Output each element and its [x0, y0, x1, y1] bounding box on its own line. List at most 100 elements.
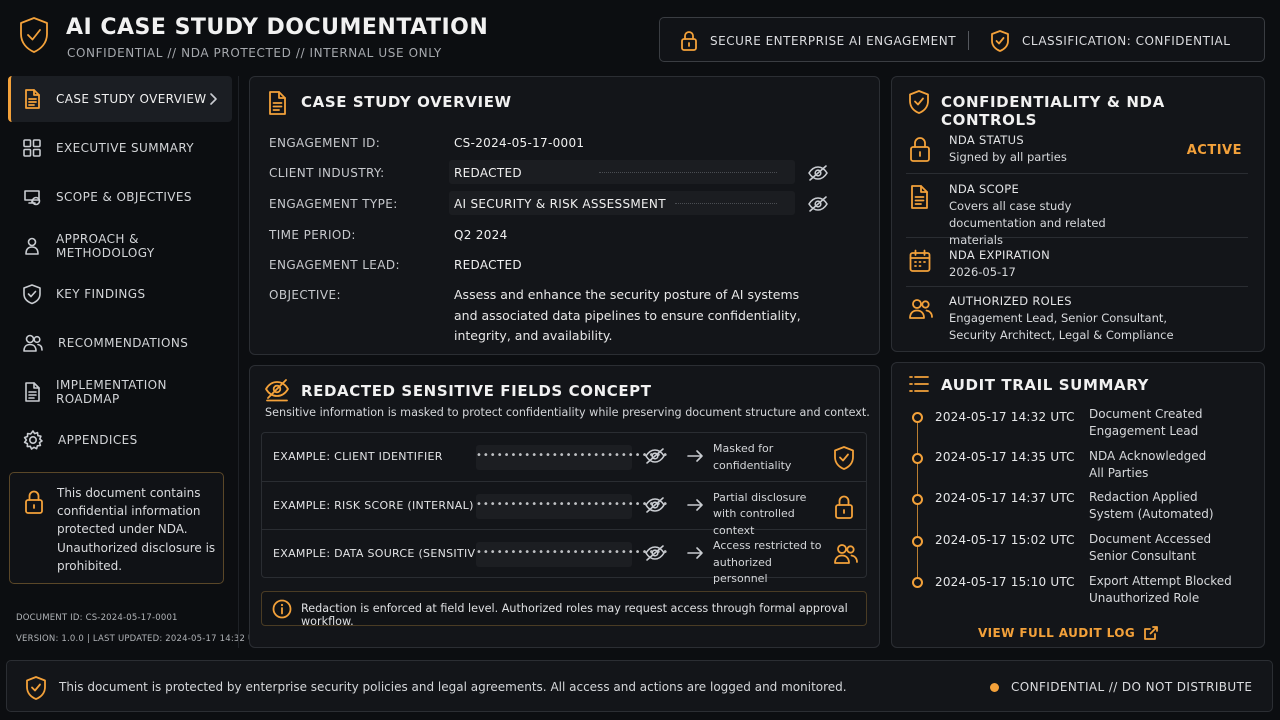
- grid-icon: [22, 138, 42, 158]
- redaction-examples-table: EXAMPLE: CLIENT IDENTIFIER •••••••••••••…: [261, 432, 867, 585]
- sidebar-item-recommendations[interactable]: RECOMMENDATIONS: [8, 319, 232, 368]
- flask-icon: [22, 236, 42, 256]
- timeline-dot: [912, 412, 923, 423]
- lock-icon: [680, 30, 698, 52]
- list-icon: [908, 374, 930, 394]
- sidebar-item-appendices[interactable]: APPENDICES: [8, 416, 232, 465]
- lock-icon: [24, 489, 44, 515]
- masked-value: ••••••••••••••••••••••••••••: [476, 493, 668, 519]
- page-subtitle: CONFIDENTIAL // NDA PROTECTED // INTERNA…: [67, 46, 442, 60]
- badge-divider: [968, 31, 969, 50]
- table-row: EXAMPLE: CLIENT IDENTIFIER •••••••••••••…: [262, 433, 866, 482]
- timeline-dot: [912, 536, 923, 547]
- classification-badge: CLASSIFICATION: CONFIDENTIAL: [990, 18, 1230, 63]
- shield-check-icon: [22, 283, 42, 305]
- audit-timestamp: 2024-05-17 15:10 UTC: [935, 575, 1075, 589]
- header: AI CASE STUDY DOCUMENTATION CONFIDENTIAL…: [0, 0, 1280, 72]
- users-icon: [22, 333, 44, 353]
- page-title: AI CASE STUDY DOCUMENTATION: [66, 15, 489, 40]
- gear-icon: [22, 429, 44, 451]
- timeline-dot: [912, 577, 923, 588]
- nda-roles-row: AUTHORIZED ROLES Engagement Lead, Senior…: [906, 287, 1248, 349]
- document-icon: [22, 88, 42, 110]
- objective-value: Assess and enhance the security posture …: [454, 287, 801, 343]
- engagement-id-value: CS-2024-05-17-0001: [454, 136, 585, 150]
- redacted-title: REDACTED SENSITIVE FIELDS CONCEPT: [301, 382, 652, 400]
- status-dot: [990, 683, 999, 692]
- audit-event: Export Attempt Blocked Unauthorized Role: [1089, 574, 1232, 605]
- sidebar-item-executive-summary[interactable]: EXECUTIVE SUMMARY: [8, 124, 232, 173]
- external-link-icon: [1143, 625, 1159, 641]
- footer-notice: This document is protected by enterprise…: [59, 680, 847, 694]
- audit-event: Document Created Engagement Lead: [1089, 407, 1203, 438]
- document-meta: DOCUMENT ID: CS-2024-05-17-0001 VERSION:…: [16, 608, 265, 650]
- engagement-type-value: AI SECURITY & RISK ASSESSMENT: [454, 197, 666, 211]
- users-icon: [908, 297, 934, 321]
- nda-scope-row: NDA SCOPE Covers all case study document…: [906, 174, 1248, 247]
- objective-label: OBJECTIVE:: [269, 288, 341, 302]
- list-document-icon: [22, 381, 42, 403]
- nda-expiration-row: NDA EXPIRATION 2026-05-17: [906, 238, 1248, 287]
- confidentiality-notice: This document contains confidential info…: [9, 472, 224, 584]
- time-period-label: TIME PERIOD:: [269, 228, 356, 242]
- nda-status-badge: ACTIVE: [1186, 143, 1242, 158]
- overview-panel: CASE STUDY OVERVIEW ENGAGEMENT ID: CS-20…: [249, 76, 880, 355]
- arrow-right-icon: [686, 545, 704, 561]
- eye-off-icon[interactable]: [807, 164, 829, 182]
- shield-check-icon: [18, 16, 50, 54]
- sidebar-divider: [238, 76, 239, 648]
- chevron-right-icon: [208, 92, 218, 106]
- eye-off-icon[interactable]: [644, 544, 666, 562]
- info-icon: [272, 599, 292, 619]
- lock-icon: [908, 135, 932, 163]
- header-badges: SECURE ENTERPRISE AI ENGAGEMENT CLASSIFI…: [659, 17, 1265, 62]
- engagement-id-label: ENGAGEMENT ID:: [269, 136, 381, 150]
- shield-check-icon: [907, 89, 931, 115]
- nda-title: CONFIDENTIALITY & NDA CONTROLS: [941, 93, 1165, 129]
- document-icon: [908, 184, 930, 210]
- users-icon: [833, 542, 859, 566]
- document-version: VERSION: 1.0.0 | LAST UPDATED: 2024-05-1…: [16, 634, 266, 644]
- audit-event: Document Accessed Senior Consultant: [1089, 532, 1212, 563]
- redacted-fields-panel: REDACTED SENSITIVE FIELDS CONCEPT Sensit…: [249, 365, 880, 648]
- engagement-badge: SECURE ENTERPRISE AI ENGAGEMENT: [680, 18, 956, 63]
- sidebar-nav: CASE STUDY OVERVIEW EXECUTIVE SUMMARY SC…: [8, 76, 232, 465]
- sidebar-item-implementation-roadmap[interactable]: IMPLEMENTATION ROADMAP: [8, 367, 232, 416]
- sidebar-item-approach-methodology[interactable]: APPROACH & METHODOLOGY: [8, 221, 232, 270]
- sidebar-item-key-findings[interactable]: KEY FINDINGS: [8, 270, 232, 319]
- time-period-value: Q2 2024: [454, 228, 508, 242]
- audit-timestamp: 2024-05-17 15:02 UTC: [935, 533, 1075, 547]
- audit-event: Redaction Applied System (Automated): [1089, 490, 1214, 521]
- calendar-icon: [908, 248, 932, 274]
- audit-trail-panel: AUDIT TRAIL SUMMARY 2024-05-17 14:32 UTC…: [891, 362, 1265, 648]
- footer-classification: CONFIDENTIAL // DO NOT DISTRIBUTE: [1011, 680, 1253, 694]
- arrow-right-icon: [686, 497, 704, 513]
- client-industry-label: CLIENT INDUSTRY:: [269, 166, 385, 180]
- nda-controls-panel: CONFIDENTIALITY & NDA CONTROLS NDA STATU…: [891, 76, 1265, 352]
- eye-off-icon[interactable]: [644, 496, 666, 514]
- sidebar-item-scope-objectives[interactable]: SCOPE & OBJECTIVES: [8, 173, 232, 222]
- table-row: EXAMPLE: RISK SCORE (INTERNAL) •••••••••…: [262, 482, 866, 537]
- shield-check-icon: [833, 445, 855, 471]
- table-row: EXAMPLE: DATA SOURCE (SENSITIVE) •••••••…: [262, 530, 866, 585]
- eye-off-icon[interactable]: [807, 195, 829, 213]
- eye-off-icon[interactable]: [644, 447, 666, 465]
- timeline-dot: [912, 453, 923, 464]
- overview-title: CASE STUDY OVERVIEW: [301, 93, 512, 111]
- shield-check-icon: [25, 675, 47, 701]
- redacted-description: Sensitive information is masked to prote…: [265, 406, 870, 419]
- client-industry-value: REDACTED: [454, 166, 522, 180]
- masked-value: ••••••••••••••••••••••••••••: [476, 445, 668, 470]
- view-audit-log-link[interactable]: VIEW FULL AUDIT LOG: [978, 625, 1159, 641]
- timeline-dot: [912, 494, 923, 505]
- audit-timestamp: 2024-05-17 14:35 UTC: [935, 450, 1075, 464]
- arrow-right-icon: [686, 448, 704, 464]
- sidebar-item-case-study-overview[interactable]: CASE STUDY OVERVIEW: [8, 76, 232, 122]
- shield-check-icon: [990, 29, 1010, 53]
- eye-off-icon: [264, 378, 290, 402]
- engagement-lead-label: ENGAGEMENT LEAD:: [269, 258, 400, 272]
- engagement-lead-value: REDACTED: [454, 258, 522, 272]
- document-icon: [266, 90, 288, 116]
- masked-value: ••••••••••••••••••••••••••••: [476, 542, 668, 568]
- audit-event: NDA Acknowledged All Parties: [1089, 449, 1207, 480]
